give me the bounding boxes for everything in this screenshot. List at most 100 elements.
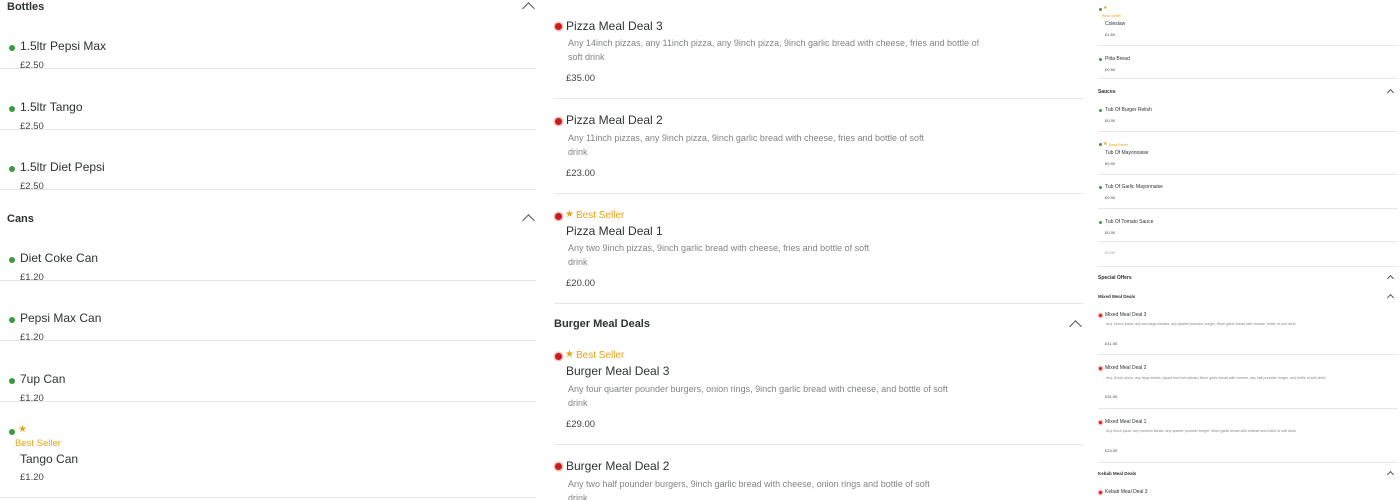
item-name: Mixed Meal Deal 3 <box>1105 312 1147 318</box>
section-header-burger-meal-deals[interactable]: Burger Meal Deals <box>554 318 1084 338</box>
menu-item[interactable]: Mixed Meal Deal 2 Any 11inch pizza, any … <box>1098 355 1398 409</box>
item-price: £0.90 <box>1105 230 1116 235</box>
veg-dot-icon <box>9 429 15 435</box>
menu-item[interactable]: 7up Can £1.20 <box>0 341 536 404</box>
best-seller-badge: Best Seller <box>576 210 625 221</box>
nonveg-dot-icon <box>1099 367 1102 370</box>
item-name: Kebab Meal Deal 3 <box>1105 489 1148 495</box>
item-description: Any two 9inch pizzas, 9inch garlic bread… <box>568 243 870 267</box>
item-price: £20.00 <box>566 278 596 289</box>
veg-dot-icon <box>9 257 15 263</box>
menu-item[interactable]: Burger Meal Deal 2 Any two half pounder … <box>554 445 1084 500</box>
menu-item-partial[interactable]: £0.00 <box>1098 242 1398 267</box>
best-seller-badge: Best Seller <box>576 350 625 361</box>
item-name: 1.5ltr Tango <box>20 100 83 114</box>
item-price: £1.20 <box>20 472 44 483</box>
item-price: £2.50 <box>20 181 44 192</box>
chevron-up-icon[interactable] <box>1069 320 1082 333</box>
menu-item[interactable]: Diet Coke Can £1.20 <box>0 220 536 283</box>
menu-item[interactable]: Tub Of Tomato Sauce £0.90 <box>1098 209 1398 242</box>
veg-dot-icon <box>1099 143 1102 146</box>
section-header-mixed-meal-deals[interactable]: Mixed Meal Deals <box>1098 293 1400 302</box>
menu-item[interactable]: Pizza Meal Deal 3 Any 14inch pizzas, any… <box>554 0 1084 99</box>
star-icon: ★ <box>565 209 574 220</box>
item-name: Mixed Meal Deal 1 <box>1105 419 1147 425</box>
item-description: Any four quarter pounder burgers, onion … <box>568 384 948 408</box>
chevron-up-icon[interactable] <box>1386 274 1395 283</box>
item-price: £23.00 <box>566 168 596 179</box>
menu-item[interactable]: ★ Best Seller Tub Of Mayonnaise £0.90 <box>1098 132 1398 175</box>
item-name: Tango Can <box>20 452 79 466</box>
menu-item[interactable]: Pepsi Max Can £1.20 <box>0 280 536 343</box>
item-name: Pizza Meal Deal 3 <box>566 19 663 33</box>
nonveg-dot-icon <box>1099 421 1102 424</box>
section-header-special-offers[interactable]: Special Offers <box>1098 274 1400 283</box>
item-name: Tub Of Tomato Sauce <box>1105 219 1154 225</box>
section-title: Kebab Meal Deals <box>1098 471 1137 476</box>
menu-item[interactable]: Pizza Meal Deal 2 Any 11inch pizzas, any… <box>554 99 1084 194</box>
section-title: Sauces <box>1098 89 1116 95</box>
star-icon: ★ <box>1103 141 1108 147</box>
veg-dot-icon <box>9 166 15 172</box>
menu-item[interactable]: Mixed Meal Deal 1 Any 9inch pizza, any m… <box>1098 409 1398 463</box>
item-name: Tub Of Garlic Mayonnaise <box>1105 184 1163 190</box>
menu-item[interactable]: 1.5ltr Tango £2.50 <box>0 69 536 132</box>
best-seller-badge: Best Seller <box>1109 142 1129 147</box>
best-seller-badge: Best Seller <box>1102 13 1122 18</box>
item-name: 1.5ltr Diet Pepsi <box>20 160 105 174</box>
item-name: Mixed Meal Deal 2 <box>1105 365 1147 371</box>
item-price: £41.00 <box>1105 341 1118 346</box>
menu-item[interactable]: 1.5ltr Pepsi Max £2.50 <box>0 8 536 71</box>
menu-item[interactable]: 1.5ltr Diet Pepsi £2.50 <box>0 129 536 192</box>
star-icon: ★ <box>1103 5 1108 11</box>
nonveg-dot-icon <box>555 213 562 220</box>
item-price: £29.00 <box>566 419 596 430</box>
section-title: Mixed Meal Deals <box>1098 294 1136 299</box>
veg-dot-icon <box>9 317 15 323</box>
item-description: Any 9inch pizza, any medium kebab, any q… <box>1106 429 1296 433</box>
star-icon: ★ <box>565 349 574 360</box>
chevron-up-icon[interactable] <box>1386 88 1395 97</box>
section-header-sauces[interactable]: Sauces <box>1098 88 1400 97</box>
nonveg-dot-icon <box>1099 491 1102 494</box>
menu-item[interactable]: Kebab Meal Deal 3 <box>1098 482 1398 500</box>
star-icon: ★ <box>18 424 27 435</box>
veg-dot-icon <box>1099 186 1102 189</box>
item-price: £0.90 <box>1105 195 1116 200</box>
item-price: £1.60 <box>1105 32 1116 37</box>
item-price: £0.90 <box>1105 118 1116 123</box>
item-price: £0.50 <box>1105 67 1116 72</box>
item-price: £31.00 <box>1105 394 1118 399</box>
menu-item[interactable]: Tub Of Burger Relish £0.90 <box>1098 99 1398 132</box>
item-description: Any 14inch pizza, any two large kebabs, … <box>1106 322 1296 326</box>
drinks-column: Bottles 1.5ltr Pepsi Max £2.50 1.5ltr Ta… <box>0 0 545 500</box>
menu-item[interactable]: ★ Best Seller Coleslaw £1.60 <box>1098 0 1398 46</box>
veg-dot-icon <box>1099 8 1102 11</box>
sides-column: ★ Best Seller Coleslaw £1.60 Pitta Bread… <box>1090 0 1400 500</box>
item-name: 1.5ltr Pepsi Max <box>20 39 107 53</box>
section-header-kebab-meal-deals[interactable]: Kebab Meal Deals <box>1098 470 1400 479</box>
menu-item[interactable]: Tub Of Garlic Mayonnaise £0.90 <box>1098 175 1398 209</box>
nonveg-dot-icon <box>555 353 562 360</box>
item-name: 7up Can <box>20 372 66 386</box>
meal-deals-column: Pizza Meal Deal 3 Any 14inch pizzas, any… <box>545 0 1090 500</box>
menu-item[interactable]: ★ Best Seller Pizza Meal Deal 1 Any two … <box>554 194 1084 304</box>
item-description: Any 11inch pizza, any large kebab, (apar… <box>1106 376 1326 380</box>
menu-item[interactable]: Pitta Bread £0.50 <box>1098 46 1398 79</box>
item-name: Pepsi Max Can <box>20 311 102 325</box>
item-name: Coleslaw <box>1105 21 1126 27</box>
section-title: Special Offers <box>1098 275 1132 281</box>
item-name: Tub Of Burger Relish <box>1105 107 1152 113</box>
item-price: £0.00 <box>1105 250 1116 255</box>
section-title: Burger Meal Deals <box>554 318 650 330</box>
item-name: Pizza Meal Deal 2 <box>566 113 663 127</box>
chevron-up-icon[interactable] <box>1386 470 1395 479</box>
nonveg-dot-icon <box>555 23 562 30</box>
veg-dot-icon <box>9 106 15 112</box>
menu-item[interactable]: ★ Best Seller Tango Can £1.20 <box>0 410 536 498</box>
item-name: Diet Coke Can <box>20 251 99 265</box>
chevron-up-icon[interactable] <box>1386 293 1395 302</box>
menu-item[interactable]: ★ Best Seller Burger Meal Deal 3 Any fou… <box>554 345 1084 445</box>
nonveg-dot-icon <box>555 118 562 125</box>
menu-item[interactable]: Mixed Meal Deal 3 Any 14inch pizza, any … <box>1098 304 1398 355</box>
